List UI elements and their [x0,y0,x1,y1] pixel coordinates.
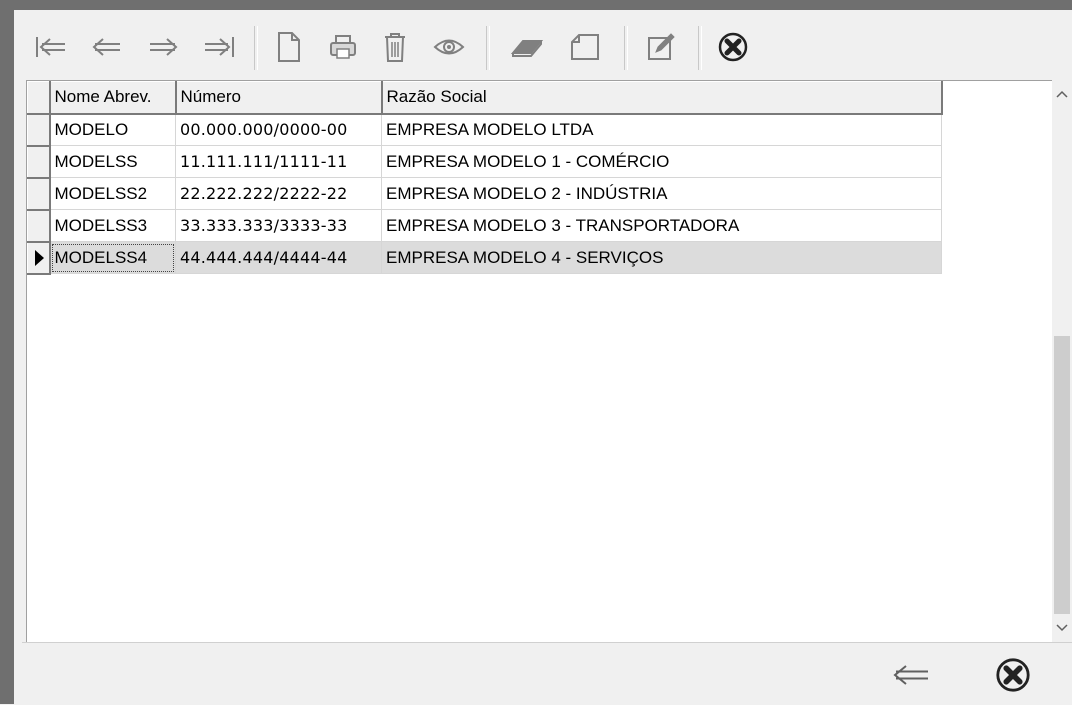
row-indicator[interactable] [27,209,51,243]
row-indicator-current[interactable] [27,241,51,275]
close-button[interactable] [710,24,756,70]
table-row-selected[interactable]: MODELSS4 44.444.444/4444-44 EMPRESA MODE… [27,241,942,275]
toolbar-separator [624,26,628,70]
toolbar-separator [486,26,490,70]
column-header-numero[interactable]: Número [175,81,383,115]
cell-numero[interactable]: 22.222.222/2222-22 [175,177,382,210]
cell-nome-abrev[interactable]: MODELO [49,113,176,146]
chevron-up-icon [1056,90,1068,98]
column-header-razao-social[interactable]: Razão Social [381,81,943,115]
records-table: Nome Abrev. Número Razão Social MODELO 0… [27,81,943,275]
cancel-edit-button[interactable] [562,24,608,70]
table-row[interactable]: MODELO 00.000.000/0000-00 EMPRESA MODELO… [27,113,942,147]
cell-numero[interactable]: 33.333.333/3333-33 [175,209,382,242]
scroll-down-button[interactable] [1052,616,1072,640]
row-indicator[interactable] [27,113,51,147]
back-arrow-icon [893,665,928,685]
edit-icon [648,33,675,60]
close-icon [996,658,1030,692]
toolbar-separator [698,26,702,70]
table-row[interactable]: MODELSS2 22.222.222/2222-22 EMPRESA MODE… [27,177,942,211]
window-frame-top [0,0,1072,10]
last-record-button[interactable] [196,24,242,70]
edit-button[interactable] [638,24,684,70]
eraser-icon [510,40,544,57]
next-record-button[interactable] [140,24,186,70]
cancel-edit-icon [571,34,599,60]
cell-numero[interactable]: 11.111.111/1111-11 [175,145,382,178]
toolbar [22,10,1072,82]
table-row[interactable]: MODELSS3 33.333.333/3333-33 EMPRESA MODE… [27,209,942,243]
new-document-icon [278,32,300,62]
bottom-panel [22,642,1072,705]
window-frame-gap [14,10,22,704]
last-record-icon [205,37,234,57]
cell-razao-social[interactable]: EMPRESA MODELO 3 - TRANSPORTADORA [381,209,942,242]
row-indicator[interactable] [27,177,51,211]
window: Nome Abrev. Número Razão Social MODELO 0… [0,0,1072,705]
cell-razao-social[interactable]: EMPRESA MODELO LTDA [381,113,942,146]
vertical-scrollbar[interactable] [1052,80,1072,642]
cell-razao-social[interactable]: EMPRESA MODELO 4 - SERVIÇOS [381,241,942,274]
next-record-icon [150,38,178,56]
close-icon [718,32,748,62]
grid-corner [27,81,51,115]
chevron-down-icon [1056,624,1068,632]
column-header-nome-abrev[interactable]: Nome Abrev. [49,81,177,115]
back-button[interactable] [888,653,934,697]
toolbar-separator [254,26,258,70]
grid-header-row: Nome Abrev. Número Razão Social [27,81,943,115]
cell-numero[interactable]: 00.000.000/0000-00 [175,113,382,146]
delete-trash-icon [385,33,405,62]
current-row-arrow-icon [35,249,44,266]
cell-nome-abrev[interactable]: MODELSS3 [49,209,176,242]
delete-button[interactable] [372,24,418,70]
prior-record-button[interactable] [84,24,130,70]
cell-nome-abrev[interactable]: MODELSS [49,145,176,178]
cell-numero[interactable]: 44.444.444/4444-44 [175,241,382,274]
prior-record-icon [92,38,120,56]
table-row[interactable]: MODELSS 11.111.111/1111-11 EMPRESA MODEL… [27,145,942,179]
new-button[interactable] [266,24,312,70]
scroll-up-button[interactable] [1052,82,1072,106]
view-eye-icon [433,39,465,55]
cell-razao-social[interactable]: EMPRESA MODELO 1 - COMÉRCIO [381,145,942,178]
scrollbar-thumb[interactable] [1054,336,1070,614]
cell-nome-abrev[interactable]: MODELSS4 [49,241,176,274]
eraser-button[interactable] [504,24,550,70]
records-grid[interactable]: Nome Abrev. Número Razão Social MODELO 0… [26,80,1072,643]
first-record-icon [36,37,65,57]
close-button-bottom[interactable] [990,653,1036,697]
first-record-button[interactable] [28,24,74,70]
cell-nome-abrev[interactable]: MODELSS2 [49,177,176,210]
window-frame-left [0,0,14,704]
view-button[interactable] [426,24,472,70]
print-button[interactable] [320,24,366,70]
print-icon [330,35,356,59]
row-indicator[interactable] [27,145,51,179]
cell-razao-social[interactable]: EMPRESA MODELO 2 - INDÚSTRIA [381,177,942,210]
